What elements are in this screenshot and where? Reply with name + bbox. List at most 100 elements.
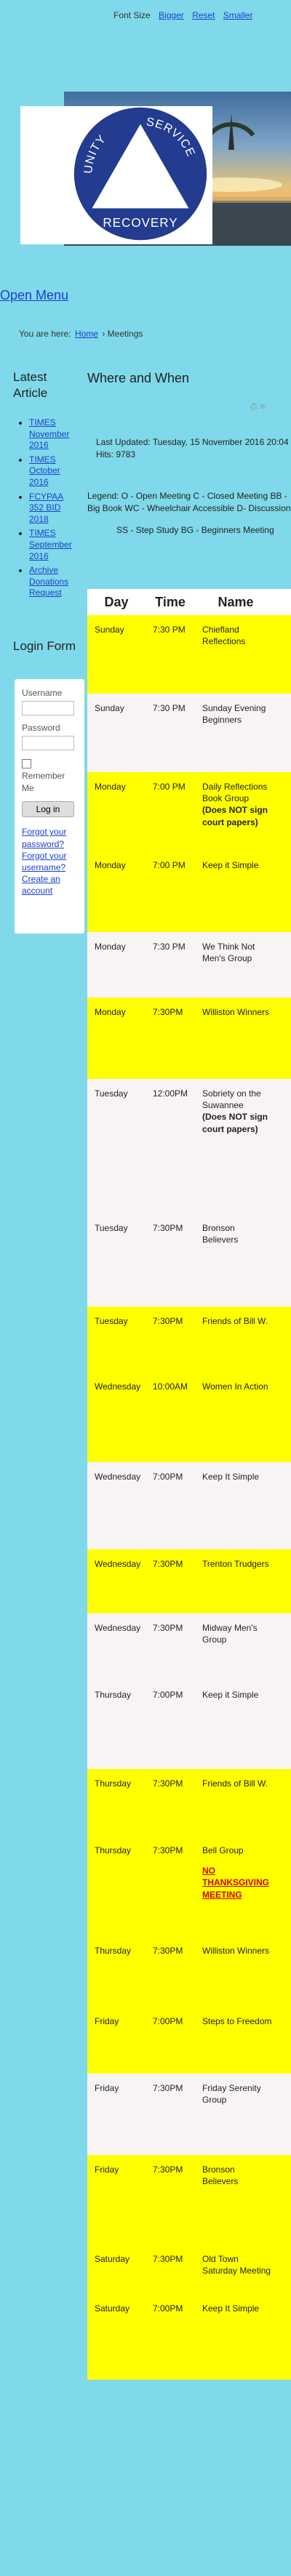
time-cell-text: 10:00AM bbox=[153, 1381, 188, 1392]
article-link[interactable]: FCYPAA 352 BID 2018 bbox=[29, 491, 63, 524]
day-cell: Tuesday bbox=[87, 1307, 146, 1372]
extra-cell bbox=[276, 2007, 291, 2074]
day-cell-text: Saturday bbox=[95, 2303, 130, 2314]
breadcrumb: You are here: Home › Meetings bbox=[19, 329, 143, 339]
article-item: FCYPAA 352 BID 2018 bbox=[29, 491, 79, 526]
extra-cell bbox=[276, 772, 291, 851]
forgot-password-link[interactable]: Forgot your password? bbox=[22, 826, 77, 849]
day-cell: Thursday bbox=[87, 1936, 146, 2007]
font-reset-link[interactable]: Reset bbox=[192, 10, 215, 20]
day-cell: Saturday bbox=[87, 2294, 146, 2380]
day-cell: Friday bbox=[87, 2007, 146, 2074]
name-cell-text: Bell Group bbox=[202, 1845, 244, 1855]
name-cell-text: Chiefland Reflections bbox=[202, 625, 246, 647]
day-cell: Wednesday bbox=[87, 1462, 146, 1549]
username-field[interactable] bbox=[22, 701, 74, 715]
day-cell-text: Friday bbox=[95, 2083, 119, 2093]
day-cell: Thursday bbox=[87, 1836, 146, 1936]
name-cell-text: Sunday Evening Beginners bbox=[202, 703, 266, 726]
table-row: Thursday 7:30PM Bell Group NO THANKSGIVING … bbox=[87, 1836, 291, 1936]
logo-recovery-text: RECOVERY bbox=[103, 216, 178, 230]
time-cell-text: 7:00 PM bbox=[153, 860, 186, 870]
name-cell-text: Bronson Believers bbox=[202, 1223, 239, 1245]
day-cell-text: Tuesday bbox=[95, 1088, 128, 1099]
day-cell-text: Wednesday bbox=[95, 1472, 141, 1482]
day-cell-text: Sunday bbox=[95, 625, 124, 635]
day-cell: Monday bbox=[87, 772, 146, 851]
login-button[interactable]: Log in bbox=[22, 801, 74, 818]
name-cell: Keep It Simple bbox=[195, 1462, 276, 1549]
password-field[interactable] bbox=[22, 736, 74, 750]
time-cell-text: 7:30PM bbox=[153, 2083, 183, 2093]
article-link[interactable]: TIMES October 2016 bbox=[29, 454, 60, 487]
time-cell-text: 7:30PM bbox=[153, 1778, 183, 1789]
article-meta: Last Updated: Tuesday, 15 November 2016 … bbox=[96, 436, 289, 461]
name-cell: Bell Group NO THANKSGIVING MEETING bbox=[195, 1836, 276, 1936]
name-cell: Friday Serenity Group bbox=[195, 2074, 276, 2155]
time-cell-text: 7:30PM bbox=[153, 1845, 183, 1855]
breadcrumb-separator-icon: › bbox=[102, 329, 105, 339]
time-cell-text: 7:30PM bbox=[153, 1007, 183, 1017]
time-cell-text: 7:00PM bbox=[153, 2303, 183, 2314]
name-cell-text: Old Town Saturday Meeting bbox=[202, 2254, 271, 2276]
table-row: Saturday 7:30PM Old Town Saturday Meeting bbox=[87, 2244, 291, 2294]
meeting-note: (Does NOT sign court papers) bbox=[202, 805, 268, 827]
extra-cell bbox=[276, 2294, 291, 2380]
day-cell: Friday bbox=[87, 2074, 146, 2155]
header-name: Name bbox=[195, 589, 276, 615]
font-smaller-link[interactable]: Smaller bbox=[223, 10, 253, 20]
create-account-link[interactable]: Create an account bbox=[22, 873, 77, 896]
time-cell-text: 7:30PM bbox=[153, 2164, 183, 2175]
time-cell: 7:30PM bbox=[146, 2244, 195, 2294]
name-cell: Keep it Simple bbox=[195, 1680, 276, 1769]
day-cell-text: Wednesday bbox=[95, 1623, 141, 1633]
name-cell-text: Sobriety on the Suwannee bbox=[202, 1088, 261, 1111]
article-link[interactable]: TIMES September 2016 bbox=[29, 528, 72, 561]
article-item: TIMES November 2016 bbox=[29, 417, 79, 452]
name-cell-text: We Think Not Men's Group bbox=[202, 942, 255, 964]
day-cell: Sunday bbox=[87, 694, 146, 772]
time-cell-text: 7:30PM bbox=[153, 1223, 183, 1233]
time-cell: 7:30PM bbox=[146, 1549, 195, 1613]
day-cell: Wednesday bbox=[87, 1372, 146, 1462]
extra-cell bbox=[276, 1372, 291, 1462]
name-cell: Keep It Simple bbox=[195, 2294, 276, 2380]
email-icon[interactable]: ✉ bbox=[260, 401, 266, 412]
time-cell-text: 12:00PM bbox=[153, 1088, 188, 1099]
name-cell: Friends of Bill W. bbox=[195, 1769, 276, 1836]
article-link[interactable]: Archive Donations Request bbox=[29, 565, 68, 598]
day-cell-text: Wednesday bbox=[95, 1559, 141, 1569]
time-cell-text: 7:00PM bbox=[153, 2016, 183, 2026]
name-cell-text: Williston Winners bbox=[202, 1007, 270, 1017]
table-row: Thursday 7:30PM Friends of Bill W. bbox=[87, 1769, 291, 1836]
table-header-row: Day Time Name bbox=[87, 589, 291, 615]
breadcrumb-home-link[interactable]: Home bbox=[75, 329, 98, 339]
forgot-username-link[interactable]: Forgot your username? bbox=[22, 850, 77, 873]
remember-me-checkbox[interactable] bbox=[22, 759, 31, 769]
legend: Legend: O - Open Meeting C - Closed Meet… bbox=[87, 490, 291, 537]
breadcrumb-current: Meetings bbox=[107, 329, 143, 339]
time-cell: 7:00PM bbox=[146, 1462, 195, 1549]
time-cell-text: 7:30PM bbox=[153, 1623, 183, 1633]
time-cell: 7:00PM bbox=[146, 2294, 195, 2380]
name-cell-text: Daily Reflections Book Group bbox=[202, 782, 268, 804]
print-icon[interactable]: ⎙ bbox=[250, 401, 258, 412]
open-menu-link[interactable]: Open Menu bbox=[0, 288, 68, 303]
day-cell-text: Tuesday bbox=[95, 1223, 128, 1233]
username-label: Username bbox=[22, 688, 63, 698]
day-cell-text: Wednesday bbox=[95, 1381, 141, 1392]
name-cell-text: Keep it Simple bbox=[202, 860, 259, 870]
name-cell-text: Williston Winners bbox=[202, 1946, 270, 1956]
table-row: Monday 7:00 PM Keep it Simple bbox=[87, 851, 291, 932]
extra-cell bbox=[276, 1462, 291, 1549]
time-cell-text: 7:30 PM bbox=[153, 625, 186, 635]
article-item: TIMES October 2016 bbox=[29, 454, 79, 489]
name-cell-text: Women In Action bbox=[202, 1381, 268, 1392]
table-row: Sunday 7:30 PM Sunday Evening Beginners bbox=[87, 694, 291, 772]
article-link[interactable]: TIMES November 2016 bbox=[29, 417, 69, 450]
font-bigger-link[interactable]: Bigger bbox=[159, 10, 184, 20]
time-cell-text: 7:30 PM bbox=[153, 703, 186, 713]
extra-cell bbox=[276, 998, 291, 1079]
time-cell-text: 7:30 PM bbox=[153, 942, 186, 952]
time-cell: 7:00PM bbox=[146, 2007, 195, 2074]
